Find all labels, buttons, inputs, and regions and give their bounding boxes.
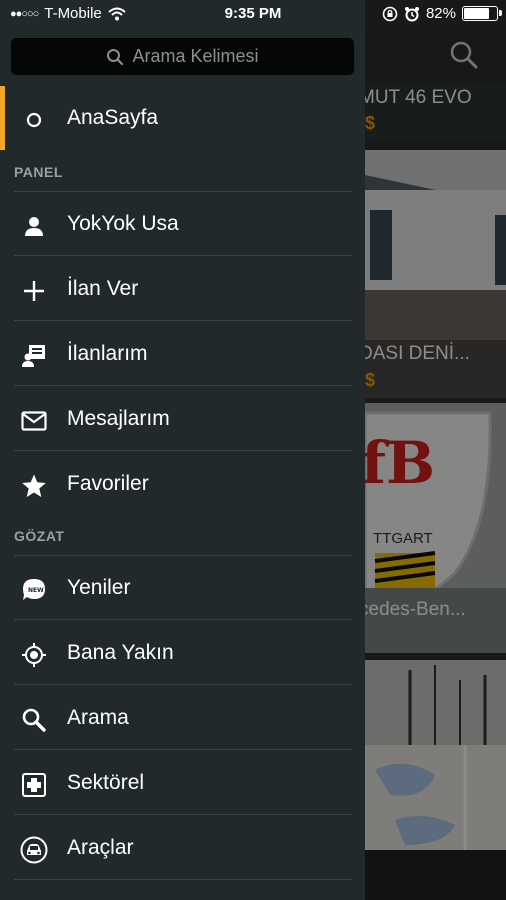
status-bar: ●●○○○ T-Mobile 9:35 PM 82% (0, 0, 506, 30)
sidebar-item-favorites[interactable]: Favoriler (0, 452, 365, 516)
sidebar-item-search[interactable]: Arama (0, 686, 365, 750)
drawer-search-input[interactable]: Arama Kelimesi (11, 38, 354, 75)
sidebar-item-label: Favoriler (67, 472, 149, 495)
search-placeholder: Arama Kelimesi (132, 46, 259, 66)
section-title-panel: PANEL (14, 164, 63, 180)
sidebar-item-label: Araçlar (67, 836, 134, 859)
battery-icon (462, 6, 502, 21)
sidebar-item-my-listings[interactable]: İlanlarım (0, 322, 365, 386)
active-indicator (0, 86, 5, 150)
star-icon (20, 472, 48, 500)
sidebar-item-label: Arama (67, 706, 129, 729)
divider (14, 385, 352, 386)
alarm-clock-icon (404, 6, 419, 21)
sidebar-item-messages[interactable]: Mesajlarım (0, 387, 365, 451)
listings-icon (20, 342, 48, 370)
sidebar-item-label: İlanlarım (67, 342, 148, 365)
navigation-drawer: Arama Kelimesi AnaSayfa PANEL YokYok Usa… (0, 0, 365, 900)
plus-icon (20, 277, 48, 305)
person-icon (20, 212, 48, 240)
sidebar-item-sectoral[interactable]: Sektörel (0, 751, 365, 815)
search-icon (20, 706, 48, 734)
divider (14, 255, 352, 256)
sidebar-item-label: YokYok Usa (67, 212, 179, 235)
sidebar-item-label: Yeniler (67, 576, 131, 599)
sidebar-item-account[interactable]: YokYok Usa (0, 192, 365, 256)
sidebar-item-label: AnaSayfa (67, 106, 159, 129)
car-icon (20, 836, 48, 864)
search-icon (107, 48, 124, 65)
new-badge-icon: NEW (20, 576, 48, 604)
sidebar-item-label: Sektörel (67, 771, 145, 794)
status-right: 82% (382, 5, 502, 22)
orientation-lock-icon (382, 6, 398, 21)
battery-percent: 82% (425, 5, 456, 22)
medical-cross-icon (20, 771, 48, 799)
divider (14, 814, 352, 815)
battery-fill (464, 8, 489, 19)
sidebar-item-label: İlan Ver (67, 277, 139, 300)
sidebar-item-label: Mesajlarım (67, 407, 170, 430)
envelope-icon (20, 407, 48, 435)
sidebar-item-post-listing[interactable]: İlan Ver (0, 257, 365, 321)
circle-icon (20, 106, 48, 134)
sidebar-item-label: Bana Yakın (67, 641, 174, 664)
section-title-browse: GÖZAT (14, 528, 65, 544)
divider (14, 684, 352, 685)
divider (14, 320, 352, 321)
sidebar-item-nearby[interactable]: Bana Yakın (0, 621, 365, 685)
drawer-dim-overlay[interactable] (365, 0, 506, 900)
divider (14, 450, 352, 451)
sidebar-item-home[interactable]: AnaSayfa (0, 86, 365, 150)
divider (14, 749, 352, 750)
svg-text:NEW: NEW (28, 587, 44, 594)
sidebar-item-vehicles[interactable]: Araçlar (0, 816, 365, 880)
sidebar-item-new[interactable]: NEW Yeniler (0, 556, 365, 620)
location-target-icon (20, 641, 48, 669)
divider (14, 619, 352, 620)
divider (14, 879, 352, 880)
